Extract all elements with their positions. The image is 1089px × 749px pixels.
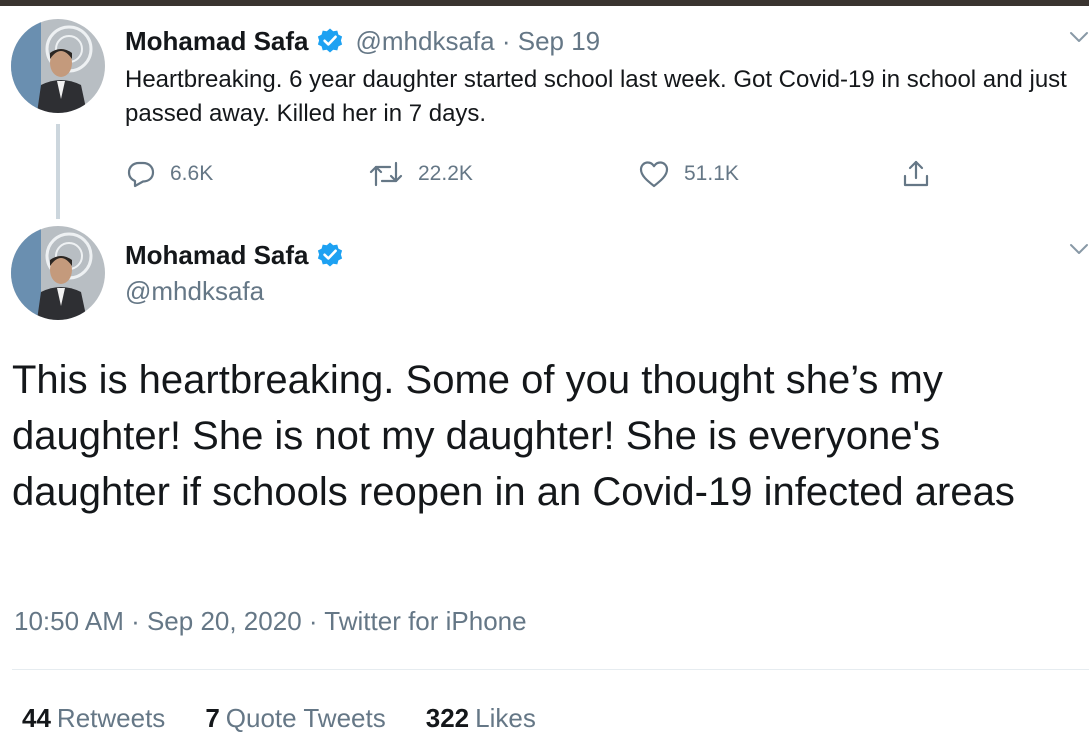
heart-icon xyxy=(638,159,670,189)
chevron-down-icon[interactable] xyxy=(1069,30,1089,44)
verified-badge-icon xyxy=(316,27,344,55)
author-name[interactable]: Mohamad Safa xyxy=(125,26,309,57)
like-button[interactable]: 51.1K xyxy=(638,158,739,190)
author-handle[interactable]: @mhdksafa xyxy=(125,276,264,307)
retweet-button[interactable]: 22.2K xyxy=(368,158,473,190)
handle-and-date[interactable]: @mhdksafa · Sep 19 xyxy=(356,26,601,57)
reply-count: 6.6K xyxy=(170,162,214,185)
share-button[interactable] xyxy=(900,158,932,190)
author-name[interactable]: Mohamad Safa xyxy=(125,240,309,271)
retweets-count: 44 xyxy=(22,703,51,733)
tweet-header: Mohamad Safa xyxy=(125,236,344,274)
retweets-label: Retweets xyxy=(56,703,166,733)
window-top-bar xyxy=(0,0,1089,6)
reply-bubble-icon xyxy=(126,159,156,189)
tweet-text: Heartbreaking. 6 year daughter started s… xyxy=(125,66,1067,127)
verified-badge-icon xyxy=(316,241,344,269)
divider xyxy=(12,669,1089,670)
tweet-text: This is heartbreaking. Some of you thoug… xyxy=(12,358,1015,514)
quote-tweets-label: Quote Tweets xyxy=(225,703,386,733)
share-upload-icon xyxy=(900,158,932,190)
retweets-stat[interactable]: 44 Retweets xyxy=(22,703,165,734)
reply-button[interactable]: 6.6K xyxy=(126,158,213,190)
quote-tweets-stat[interactable]: 7 Quote Tweets xyxy=(205,703,385,734)
like-count: 51.1K xyxy=(684,162,739,185)
thread-connector-line xyxy=(56,124,60,219)
chevron-down-icon[interactable] xyxy=(1069,242,1089,256)
avatar[interactable] xyxy=(11,19,105,113)
likes-label: Likes xyxy=(475,703,536,733)
tweet-timestamp[interactable]: 10:50 AM · Sep 20, 2020 · Twitter for iP… xyxy=(14,606,527,637)
quote-tweets-count: 7 xyxy=(205,703,220,733)
tweet-header: Mohamad Safa @mhdksafa · Sep 19 xyxy=(125,22,600,60)
avatar[interactable] xyxy=(11,226,105,320)
likes-stat[interactable]: 322 Likes xyxy=(426,703,536,734)
retweet-icon xyxy=(368,159,404,189)
retweet-count: 22.2K xyxy=(418,162,473,185)
likes-count: 322 xyxy=(425,703,470,733)
engagement-stats: 44 Retweets 7 Quote Tweets 322 Likes xyxy=(22,703,576,734)
